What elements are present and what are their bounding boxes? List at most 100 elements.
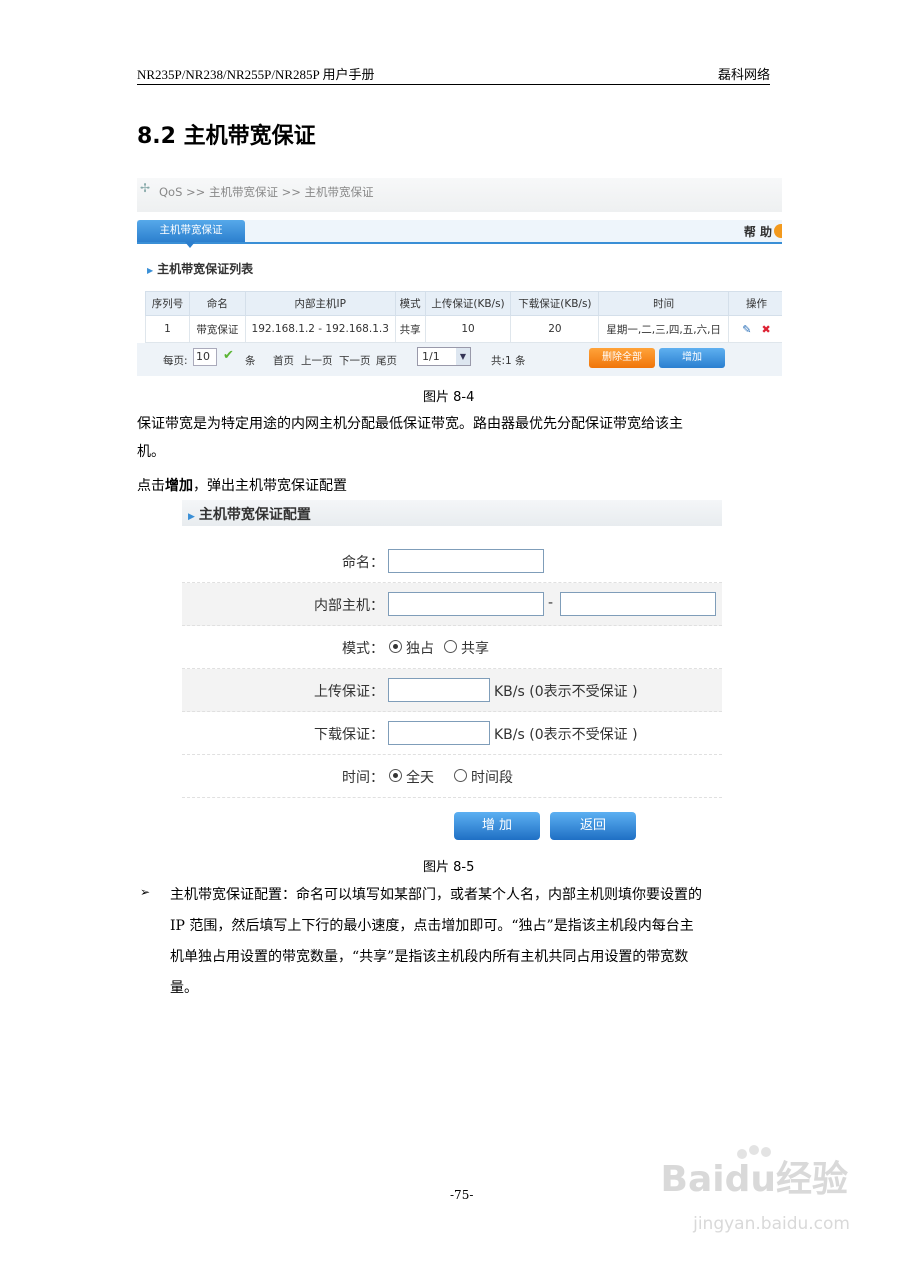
first-page-link[interactable]: 首页 [273, 353, 294, 368]
paragraph-suffix: ，弹出主机带宽保证配置 [193, 478, 347, 494]
cell-mode: 共享 [394, 315, 426, 343]
row-download: 下载保证： KB/s (0表示不受保证 ) [182, 712, 722, 755]
per-page-label: 每页: [163, 355, 188, 367]
mode-shared-radio[interactable] [444, 640, 457, 653]
col-header: 内部主机IP [244, 291, 396, 316]
bullet-line: 主机带宽保证配置：命名可以填写如某部门，或者某个人名，内部主机则填你要设置的 [170, 887, 702, 903]
download-label: 下载保证： [314, 727, 384, 743]
row-mode: 模式： 独占 共享 [182, 626, 722, 669]
breadcrumb: ✢ QoS >> 主机带宽保证 >> 主机带宽保证 [137, 178, 782, 212]
last-page-link[interactable]: 尾页 [376, 353, 397, 368]
prev-page-link[interactable]: 上一页 [301, 353, 333, 368]
table-header-row: 序列号 命名 内部主机IP 模式 上传保证(KB/s) 下载保证(KB/s) 时… [145, 291, 782, 316]
host-separator: - [548, 595, 554, 611]
config-title: ▶ 主机带宽保证配置 [188, 504, 311, 524]
bullet-arrow-icon: ➢ [140, 885, 151, 899]
col-header: 上传保证(KB/s) [424, 291, 512, 316]
delete-x-icon[interactable]: ✖ [762, 323, 771, 336]
col-header: 操作 [728, 291, 782, 316]
cell-time: 星期一,二,三,四,五,六,日 [598, 315, 730, 343]
paragraph-intro: 保证带宽是为特定用途的内网主机分配最低保证带宽。路由器最优先分配保证带宽给该主 … [137, 410, 777, 466]
page-number: -75- [450, 1188, 474, 1202]
bullet-line: IP 范围，然后填写上下行的最小速度，点击增加即可。“独占”是指该主机段内每台主 [170, 918, 694, 934]
mode-shared-label: 共享 [461, 641, 489, 657]
list-title: ▶ 主机带宽保证列表 [147, 260, 253, 277]
caption-figure-8-4: 图片 8-4 [423, 390, 475, 405]
name-label: 命名： [342, 555, 384, 571]
add-button[interactable]: 增加 [659, 348, 725, 368]
time-label: 时间： [342, 770, 384, 786]
mode-exclusive-radio[interactable] [389, 640, 402, 653]
breadcrumb-text: QoS >> 主机带宽保证 >> 主机带宽保证 [159, 185, 374, 199]
list-title-text: 主机带宽保证列表 [157, 262, 254, 276]
cell-index: 1 [145, 315, 190, 343]
cell-ip-range: 192.168.1.2 - 192.168.1.3 [244, 315, 396, 343]
header-manual-title: NR235P/NR238/NR255P/NR285P 用户手册 [137, 67, 375, 82]
cell-download: 20 [510, 315, 600, 343]
bullet-line: 机单独占用设置的带宽数量，“共享”是指该主机段内所有主机共同占用设置的带宽数 [170, 949, 689, 965]
time-period-label: 时间段 [471, 770, 513, 786]
paragraph-bold: 增加 [165, 478, 193, 494]
pager-bar: 每页: 10 ✔ 条 首页 上一页 下一页 尾页 1/1 ▼ 共:1 条 删除全部… [137, 343, 782, 376]
mode-exclusive-label: 独占 [406, 641, 434, 657]
per-page-unit: 条 [245, 355, 256, 367]
next-page-link[interactable]: 下一页 [339, 353, 371, 368]
chevron-down-icon: ▼ [456, 348, 470, 365]
help-link[interactable]: 帮 助 [744, 223, 772, 240]
paragraph-click-add: 点击增加，弹出主机带宽保证配置 [137, 472, 777, 500]
row-time: 时间： 全天 时间段 [182, 755, 722, 798]
row-upload: 上传保证： KB/s (0表示不受保证 ) [182, 669, 722, 712]
download-hint: KB/s (0表示不受保证 ) [494, 727, 638, 743]
time-allday-radio[interactable] [389, 769, 402, 782]
config-back-button[interactable]: 返回 [550, 812, 636, 840]
col-header: 序列号 [145, 291, 190, 316]
bullet-paragraph: 主机带宽保证配置：命名可以填写如某部门，或者某个人名，内部主机则填你要设置的 I… [170, 880, 780, 1004]
per-page-input[interactable]: 10 [193, 348, 217, 366]
host-end-input[interactable] [560, 592, 716, 616]
total-count: 共:1 条 [491, 355, 526, 367]
cell-name: 带宽保证 [188, 315, 246, 343]
col-header: 模式 [394, 291, 426, 316]
cell-upload: 10 [424, 315, 512, 343]
col-header: 下载保证(KB/s) [510, 291, 600, 316]
caption-figure-8-5: 图片 8-5 [423, 860, 475, 875]
name-input[interactable] [388, 549, 544, 573]
paragraph-line: 机。 [137, 444, 165, 460]
config-add-button[interactable]: 增 加 [454, 812, 540, 840]
section-title: 8.2 主机带宽保证 [137, 124, 316, 149]
bandwidth-table: 序列号 命名 内部主机IP 模式 上传保证(KB/s) 下载保证(KB/s) 时… [145, 291, 782, 343]
delete-all-button[interactable]: 删除全部 [589, 348, 655, 368]
col-header: 时间 [598, 291, 730, 316]
paragraph-line: 保证带宽是为特定用途的内网主机分配最低保证带宽。路由器最优先分配保证带宽给该主 [137, 416, 683, 432]
col-header: 命名 [188, 291, 246, 316]
header-company: 磊科网络 [717, 68, 770, 83]
triangle-right-icon: ▶ [147, 266, 154, 275]
triangle-right-icon: ▶ [188, 512, 195, 522]
table-row: 1 带宽保证 192.168.1.2 - 192.168.1.3 共享 10 2… [145, 315, 782, 343]
mode-label: 模式： [342, 641, 384, 657]
upload-hint: KB/s (0表示不受保证 ) [494, 684, 638, 700]
time-allday-label: 全天 [406, 770, 434, 786]
time-period-radio[interactable] [454, 769, 467, 782]
download-input[interactable] [388, 721, 490, 745]
header-rule [137, 84, 770, 85]
help-icon[interactable] [774, 224, 782, 238]
upload-label: 上传保证： [314, 684, 384, 700]
check-icon[interactable]: ✔ [223, 348, 234, 363]
config-title-text: 主机带宽保证配置 [198, 507, 311, 523]
bullet-line: 量。 [170, 980, 198, 996]
config-header: ▶ 主机带宽保证配置 [182, 500, 722, 526]
edit-pencil-icon[interactable]: ✎ [742, 323, 751, 336]
page-select[interactable]: 1/1 ▼ [417, 347, 471, 366]
cell-actions: ✎ ✖ [728, 315, 782, 343]
upload-input[interactable] [388, 678, 490, 702]
watermark-logo: Baidu经验 [660, 1159, 848, 1200]
tab-host-bandwidth[interactable]: 主机带宽保证 [137, 220, 245, 242]
host-start-input[interactable] [388, 592, 544, 616]
tab-pointer-icon [185, 242, 195, 248]
figure-bandwidth-list: ✢ QoS >> 主机带宽保证 >> 主机带宽保证 主机带宽保证 帮 助 ▶ 主机… [137, 178, 782, 376]
row-host: 内部主机： - [182, 583, 722, 626]
host-label: 内部主机： [314, 598, 384, 614]
figure-bandwidth-config: ▶ 主机带宽保证配置 命名： 内部主机： - 模式： 独占 共享 上传保证： KB… [182, 500, 722, 844]
page-select-value: 1/1 [422, 350, 440, 363]
